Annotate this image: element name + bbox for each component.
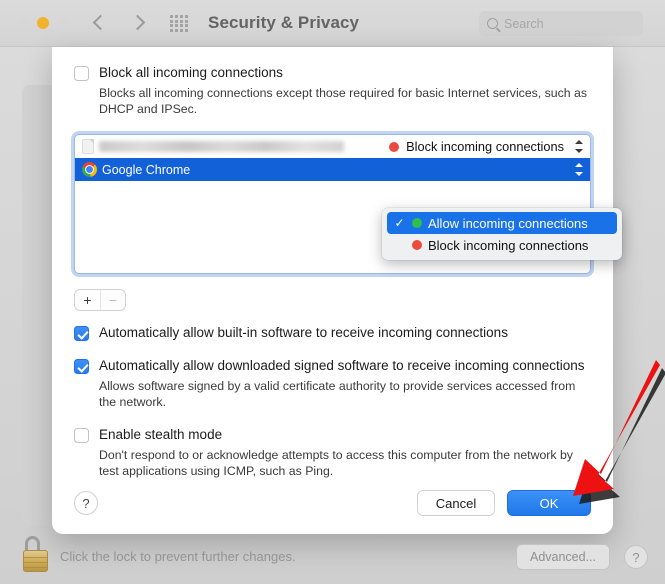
block-all-label: Block all incoming connections	[99, 65, 283, 80]
advanced-button[interactable]: Advanced...	[515, 544, 610, 570]
stealth-mode-checkbox[interactable]	[74, 428, 89, 443]
google-chrome-icon	[82, 162, 97, 177]
list-add-remove-buttons: + −	[74, 289, 126, 311]
annotation-arrow-icon	[573, 360, 665, 504]
checkmark-icon: ✓	[394, 216, 405, 230]
connection-state-stepper[interactable]	[572, 161, 585, 178]
block-all-row[interactable]: Block all incoming connections	[74, 65, 591, 81]
navigation-arrows	[88, 12, 150, 34]
redacted-app-name	[99, 141, 344, 152]
signed-software-label: Automatically allow downloaded signed so…	[99, 358, 585, 373]
app-name-label: Google Chrome	[102, 162, 191, 177]
stealth-mode-row[interactable]: Enable stealth mode	[74, 427, 591, 443]
search-field[interactable]: Search	[479, 11, 643, 36]
stealth-mode-description: Don't respond to or acknowledge attempts…	[99, 448, 573, 478]
cancel-button[interactable]: Cancel	[417, 490, 495, 516]
status-dot-green	[412, 218, 422, 228]
traffic-lights	[17, 17, 69, 29]
connection-state-stepper[interactable]	[572, 138, 585, 155]
connection-state-label: Block incoming connections	[406, 139, 564, 154]
search-placeholder: Search	[504, 16, 544, 31]
list-item[interactable]: Block incoming connections	[75, 135, 590, 158]
close-button[interactable]	[17, 17, 29, 29]
page-title: Security & Privacy	[208, 13, 360, 32]
menu-item-allow[interactable]: ✓ Allow incoming connections	[387, 212, 617, 234]
connection-state-dropdown-menu[interactable]: ✓ Allow incoming connections Block incom…	[382, 208, 622, 260]
help-button[interactable]: ?	[624, 545, 648, 569]
bottom-bar: Click the lock to prevent further change…	[0, 522, 665, 584]
firewall-options-sheet: Block all incoming connections Blocks al…	[52, 47, 622, 534]
signed-software-row[interactable]: Automatically allow downloaded signed so…	[74, 358, 591, 374]
back-arrow-icon[interactable]	[88, 12, 110, 34]
menu-item-block[interactable]: Block incoming connections	[387, 234, 617, 256]
builtin-software-checkbox[interactable]	[74, 326, 89, 341]
remove-app-button[interactable]: −	[100, 290, 125, 310]
padlock-open-icon[interactable]	[22, 536, 50, 572]
stealth-mode-label: Enable stealth mode	[99, 427, 223, 442]
list-item[interactable]: Google Chrome	[75, 158, 590, 181]
signed-software-checkbox[interactable]	[74, 359, 89, 374]
block-all-checkbox[interactable]	[74, 66, 89, 81]
sheet-footer: ? Cancel OK	[74, 490, 591, 516]
maximize-button[interactable]	[57, 17, 69, 29]
menu-item-block-label: Block incoming connections	[428, 237, 589, 253]
menu-item-allow-label: Allow incoming connections	[428, 215, 588, 231]
lock-hint-label: Click the lock to prevent further change…	[60, 549, 296, 564]
block-all-description: Blocks all incoming connections except t…	[99, 86, 588, 116]
minimize-button[interactable]	[37, 17, 49, 29]
status-dot-red	[389, 141, 400, 152]
search-icon	[487, 18, 498, 29]
status-dot-red	[412, 240, 422, 250]
help-button[interactable]: ?	[74, 491, 98, 515]
signed-software-description: Allows software signed by a valid certif…	[99, 379, 576, 409]
title-bar: Security & Privacy Search	[0, 0, 665, 47]
show-all-grid-icon[interactable]	[170, 15, 188, 32]
builtin-software-label: Automatically allow built-in software to…	[99, 325, 508, 340]
preferences-window: Security & Privacy Search Block all inco…	[0, 0, 665, 584]
add-app-button[interactable]: +	[75, 290, 100, 310]
generic-app-icon	[82, 139, 94, 154]
connection-state-cell[interactable]: Block incoming connections	[389, 135, 564, 158]
builtin-software-row[interactable]: Automatically allow built-in software to…	[74, 325, 591, 341]
forward-arrow-icon[interactable]	[128, 12, 150, 34]
